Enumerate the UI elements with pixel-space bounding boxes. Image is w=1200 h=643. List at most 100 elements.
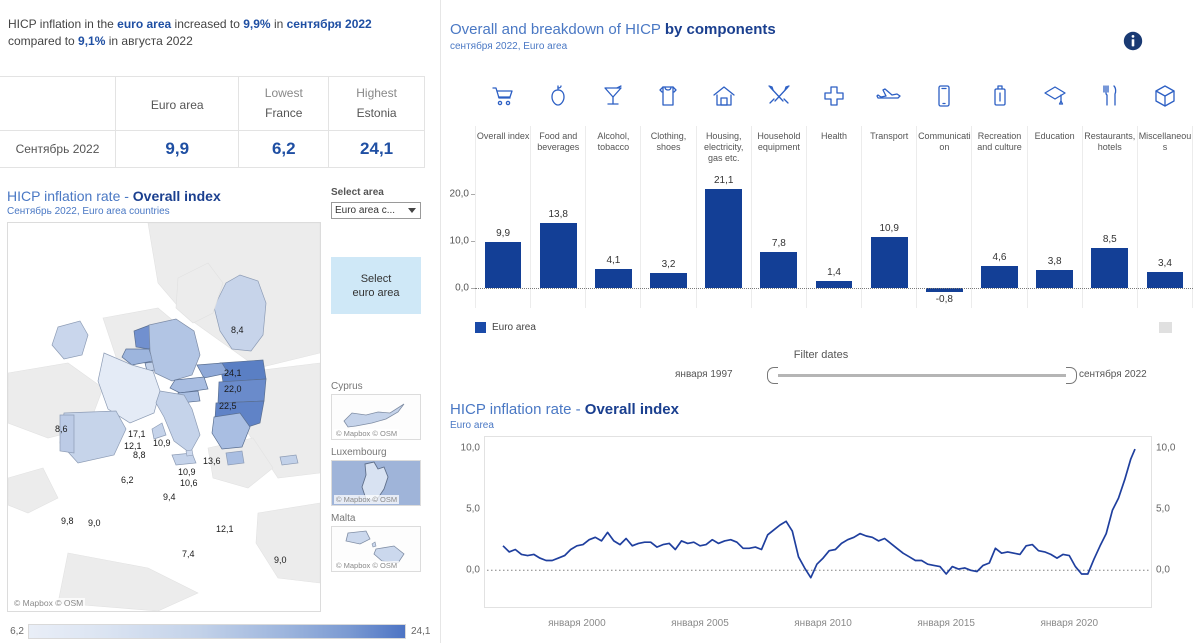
headline-part2: increased to xyxy=(171,17,244,31)
cocktail-glass-icon xyxy=(585,75,640,117)
bar-title-bold: by components xyxy=(664,21,776,38)
bar-rect[interactable] xyxy=(760,251,798,288)
bar-y-tick-label: 10,0 xyxy=(449,235,469,247)
headline-text: HICP inflation in the euro area increase… xyxy=(8,16,428,50)
bar-chart-plot[interactable]: 0,0 10,0 20,0 9,9 13,8 4,1 3,2 21,1 7,8 1,4 10,9 -… xyxy=(450,175,1194,308)
table-row-label: Сентябрь 2022 xyxy=(0,130,116,168)
chevron-down-icon xyxy=(408,208,416,213)
scale-min-label: 6,2 xyxy=(10,625,24,637)
map-attribution: © Mapbox © OSM xyxy=(12,598,86,608)
bar-rect[interactable] xyxy=(539,223,577,288)
inset-cyprus[interactable]: Cyprus © Mapbox © OSM xyxy=(331,381,421,440)
bar-value-label: 4,6 xyxy=(992,252,1007,264)
line-y-tick-label-right: 0,0 xyxy=(1156,564,1170,576)
category-label-7: Transport xyxy=(870,131,909,141)
box-icon xyxy=(1138,75,1193,117)
info-icon[interactable] xyxy=(1123,31,1143,51)
col2-sub: Highest xyxy=(356,86,397,100)
map-label-austria: 10,9 xyxy=(178,467,196,477)
bar-category-cell: Recreation and culture xyxy=(971,126,1026,176)
bar-value-label: 13,8 xyxy=(548,209,568,221)
category-label-10: Education xyxy=(1034,131,1075,141)
select-euro-area-line2: euro area xyxy=(352,286,400,299)
headline-part4: compared to xyxy=(8,34,79,48)
bar-rect[interactable] xyxy=(1036,270,1074,288)
line-chart-plot[interactable] xyxy=(484,436,1152,608)
category-label-8: Communication xyxy=(918,131,971,152)
line-x-tick-label: января 2020 xyxy=(1040,618,1099,629)
map-label-greece: 12,1 xyxy=(216,524,234,534)
slider-handle-end[interactable] xyxy=(1066,367,1077,384)
bar-category-header-row: Overall index Food and beverages Alcohol… xyxy=(475,126,1194,176)
bar-value-label: 3,8 xyxy=(1047,256,1062,268)
inset-cyprus-label: Cyprus xyxy=(331,381,363,392)
dashboard-root: HICP inflation in the euro area increase… xyxy=(0,0,1200,643)
slider-track[interactable] xyxy=(772,374,1072,377)
chart-resize-handle[interactable] xyxy=(1159,322,1172,333)
map-label-portugal: 9,8 xyxy=(61,516,74,526)
map-label-netherlands: 17,1 xyxy=(128,429,146,439)
right-panel: Overall and breakdown of HICP by compone… xyxy=(442,0,1200,643)
bar-category-cell: Food and beverages xyxy=(530,126,585,176)
category-label-4: Housing, electricity, gas etc. xyxy=(704,131,744,163)
bar-chart-title: Overall and breakdown of HICP by compone… xyxy=(450,21,776,38)
map-label-estonia: 24,1 xyxy=(224,368,242,378)
bar-rect[interactable] xyxy=(981,266,1018,288)
bar-value-label: 3,4 xyxy=(1158,258,1172,270)
category-label-12: Miscellaneous xyxy=(1138,131,1192,152)
bar-category-cell: Household equipment xyxy=(750,126,806,176)
inset-malta[interactable]: Malta © Mapbox © OSM xyxy=(331,513,421,572)
category-label-2: Alcohol, tobacco xyxy=(597,131,630,152)
bar-title-plain: Overall and breakdown of HICP xyxy=(450,21,665,38)
slider-handle-start[interactable] xyxy=(767,367,778,384)
table-header-highest: Highest Estonia xyxy=(328,76,425,131)
bar-category-cell: Miscellaneous xyxy=(1136,126,1194,176)
map-label-ireland: 8,6 xyxy=(55,424,68,434)
inset-luxembourg[interactable]: Luxembourg © Mapbox © OSM xyxy=(331,447,421,506)
airplane-icon xyxy=(862,75,917,117)
inset-luxembourg-label: Luxembourg xyxy=(331,447,387,458)
bar-rect[interactable] xyxy=(1091,248,1129,288)
inset-malta-label: Malta xyxy=(331,513,356,524)
bar-rect[interactable] xyxy=(815,281,853,288)
bar-category-cell: Restaurants, hotels xyxy=(1081,126,1137,176)
headline-area: euro area xyxy=(117,17,172,31)
bar-rect[interactable] xyxy=(484,241,522,288)
filter-dates-title: Filter dates xyxy=(793,349,849,361)
date-range-slider[interactable] xyxy=(767,367,1077,385)
table-value-highest: 24,1 xyxy=(328,130,425,168)
select-euro-area-button[interactable]: Select euro area xyxy=(331,257,421,314)
map-label-cyprus: 9,0 xyxy=(274,555,287,565)
bar-category-cell: Clothing, shoes xyxy=(640,126,695,176)
map-label-slovenia: 10,6 xyxy=(180,478,198,488)
map-label-france: 6,2 xyxy=(121,475,134,485)
bar-rect[interactable] xyxy=(650,273,687,288)
inset-luxembourg-map[interactable]: © Mapbox © OSM xyxy=(331,460,421,506)
bar-value-label: -0,8 xyxy=(935,293,953,305)
line-x-tick-label: января 2005 xyxy=(671,618,729,629)
bar-category-cell: Alcohol, tobacco xyxy=(585,126,640,176)
select-area-dropdown[interactable]: Euro area c... xyxy=(331,202,421,219)
bar-rect[interactable] xyxy=(594,268,632,288)
bar-value-label: 1,4 xyxy=(827,267,841,279)
col2-name: Estonia xyxy=(356,106,397,120)
bar-legend: Euro area xyxy=(475,322,536,333)
inset-malta-map[interactable]: © Mapbox © OSM xyxy=(331,526,421,572)
map-title: HICP inflation rate - Overall index xyxy=(7,188,221,204)
bar-category-cell: Education xyxy=(1026,126,1082,176)
cutlery-icon xyxy=(1083,75,1138,117)
shopping-cart-icon xyxy=(475,75,530,117)
bar-zero-line xyxy=(475,288,1193,289)
bar-value-label: 4,1 xyxy=(606,254,621,266)
bar-rect[interactable] xyxy=(1146,272,1184,288)
europe-choropleth-map[interactable]: © Mapbox © OSM xyxy=(7,222,321,612)
bar-rect[interactable] xyxy=(870,237,908,288)
scale-max-label: 24,1 xyxy=(411,625,431,637)
select-euro-area-line1: Select xyxy=(360,272,392,285)
bar-value-label: 9,9 xyxy=(496,227,511,239)
bar-y-tick-label: 20,0 xyxy=(449,188,469,200)
bar-rect[interactable] xyxy=(705,189,743,288)
line-x-tick-label: января 2015 xyxy=(917,618,975,629)
inset-cyprus-map[interactable]: © Mapbox © OSM xyxy=(331,394,421,440)
category-label-0: Overall index xyxy=(476,131,530,141)
